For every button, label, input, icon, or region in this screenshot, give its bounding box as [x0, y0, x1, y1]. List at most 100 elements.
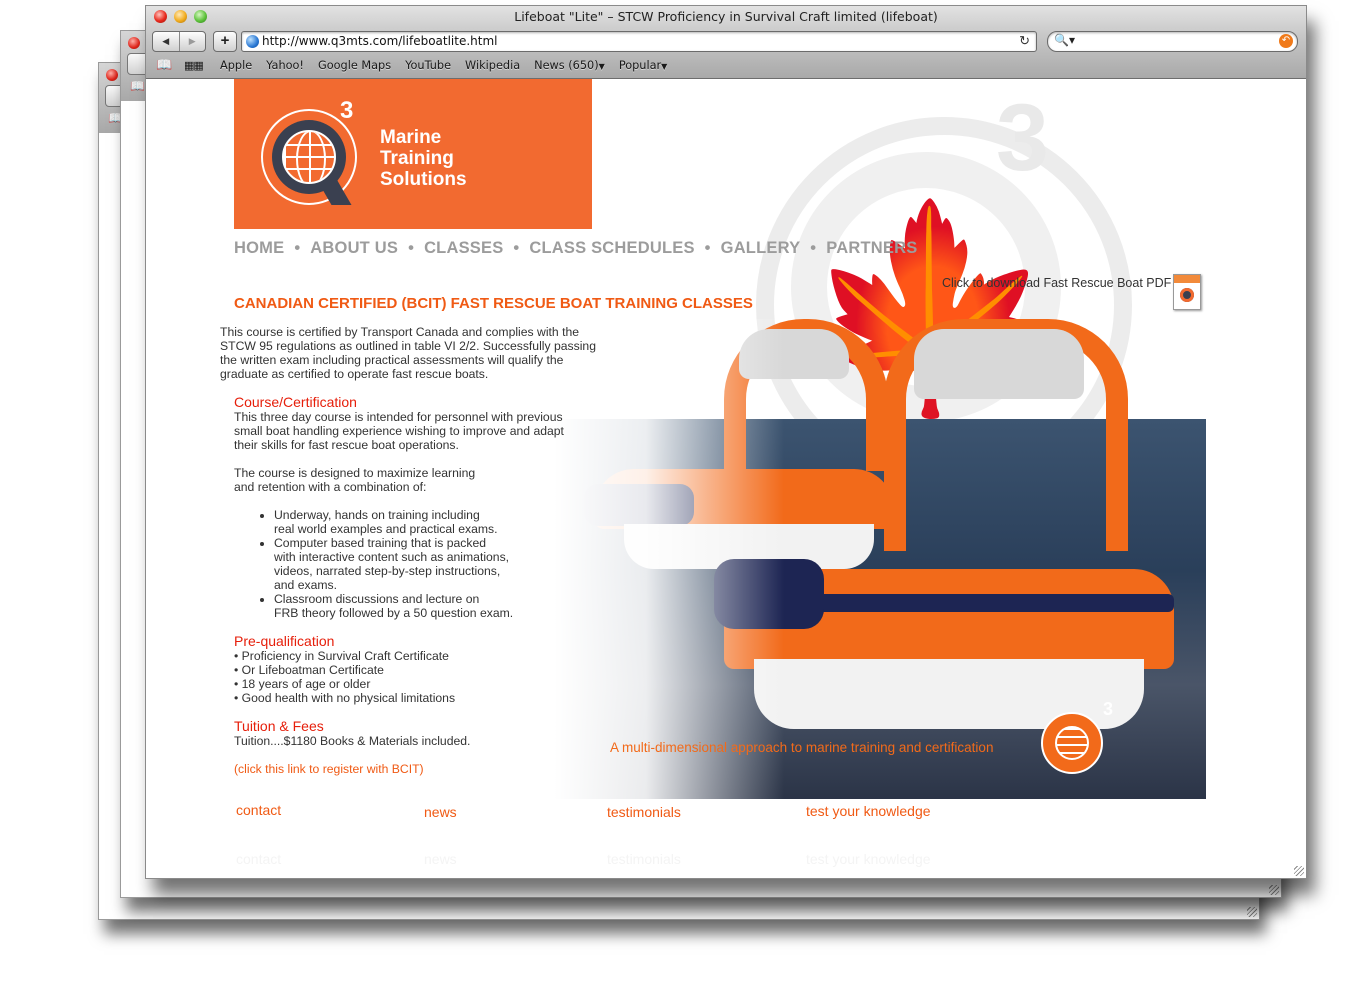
course-line: small boat handling experience wishing t… — [234, 424, 564, 438]
close-button[interactable] — [128, 37, 140, 49]
prequal-item: • Proficiency in Survival Craft Certific… — [234, 649, 449, 663]
bullet-item: Underway, hands on training including re… — [274, 508, 634, 536]
logo-line: Solutions — [380, 169, 467, 190]
bookmarks-bar: 📖 ▦▦ Apple Yahoo! Google Maps YouTube Wi… — [146, 56, 667, 74]
resize-grip-icon[interactable] — [1247, 907, 1257, 917]
pdf-file-icon[interactable] — [1173, 274, 1201, 310]
chevron-down-icon: ▼ — [661, 61, 668, 71]
globe-icon — [246, 35, 259, 48]
tuition-text: Tuition....$1180 Books & Materials inclu… — [234, 734, 471, 748]
logo-line: Marine — [380, 127, 442, 148]
bookmark-wikipedia[interactable]: Wikipedia — [465, 59, 520, 72]
hero-logo-icon — [1041, 712, 1103, 774]
intro-line: the written exam including practical ass… — [220, 353, 564, 367]
snapback-icon[interactable]: ↶ — [1279, 34, 1293, 48]
search-input[interactable]: 🔍▾ ↶ — [1047, 31, 1298, 52]
resize-grip-icon[interactable] — [1269, 885, 1279, 895]
footer-reflection: test your knowledge — [806, 851, 931, 867]
globe-icon — [282, 130, 336, 184]
hero-tagline: A multi-dimensional approach to marine t… — [610, 740, 994, 755]
bookmark-youtube[interactable]: YouTube — [405, 59, 451, 72]
nav-separator: • — [294, 239, 301, 257]
course-line: The course is designed to maximize learn… — [234, 466, 476, 480]
nav-home[interactable]: HOME — [234, 239, 284, 258]
title-bar: Lifeboat "Lite" – STCW Proficiency in Su… — [146, 6, 1306, 79]
web-page: 3 🍁 3 Marine Training Solutions HOME • A… — [146, 79, 1306, 878]
bullet-line: videos, narrated step-by-step instructio… — [274, 564, 501, 578]
search-icon[interactable]: 🔍▾ — [1054, 33, 1075, 47]
nav-separator: • — [704, 239, 711, 257]
footer-news[interactable]: news — [424, 804, 457, 820]
forward-button[interactable]: ▶ — [178, 32, 206, 51]
bullet-line: Underway, hands on training including — [274, 508, 480, 522]
footer-reflection: testimonials — [607, 851, 681, 867]
prequal-item: • Or Lifeboatman Certificate — [234, 663, 384, 677]
bookmark-news-label: News (650) — [534, 58, 599, 72]
page-title: CANADIAN CERTIFIED (BCIT) FAST RESCUE BO… — [234, 295, 753, 312]
hero-logo-superscript: 3 — [1103, 699, 1114, 719]
logo-text: Marine Training Solutions — [380, 127, 467, 190]
bullet-item: Computer based training that is packed w… — [274, 536, 634, 592]
nav-classes[interactable]: CLASSES — [424, 239, 503, 258]
main-content: CANADIAN CERTIFIED (BCIT) FAST RESCUE BO… — [220, 295, 753, 776]
main-nav: HOME • ABOUT US • CLASSES • CLASS SCHEDU… — [234, 239, 917, 258]
window-title: Lifeboat "Lite" – STCW Proficiency in Su… — [514, 9, 938, 24]
register-link[interactable]: (click this link to register with BCIT) — [234, 762, 634, 776]
nav-separator: • — [408, 239, 415, 257]
bookmark-google-maps[interactable]: Google Maps — [318, 59, 391, 72]
resize-grip-icon[interactable] — [1294, 866, 1304, 876]
footer-reflection: contact — [236, 851, 282, 867]
bookmark-popular-folder[interactable]: Popular▼ — [619, 59, 668, 72]
url-text[interactable]: http://www.q3mts.com/lifeboatlite.html — [262, 34, 498, 48]
logo-superscript: 3 — [340, 97, 354, 124]
course-heading: Course/Certification — [234, 394, 357, 410]
nav-gallery[interactable]: GALLERY — [721, 239, 801, 258]
top-sites-grid-icon[interactable]: ▦▦ — [184, 59, 206, 72]
nav-class-schedules[interactable]: CLASS SCHEDULES — [529, 239, 694, 258]
nav-about-us[interactable]: ABOUT US — [310, 239, 398, 258]
bookmark-yahoo[interactable]: Yahoo! — [266, 59, 304, 72]
site-logo[interactable]: 3 Marine Training Solutions — [234, 79, 592, 229]
bookmarks-icon[interactable]: 📖 — [130, 79, 145, 93]
history-nav: ◀ ▶ — [152, 31, 206, 52]
nav-separator: • — [513, 239, 520, 257]
prequal-item: • 18 years of age or older — [234, 677, 371, 691]
course-line: This three day course is intended for pe… — [234, 410, 563, 424]
logo-line: Training — [380, 148, 454, 169]
course-bullets: Underway, hands on training including re… — [234, 508, 634, 620]
nav-separator: • — [810, 239, 817, 257]
bookmark-apple[interactable]: Apple — [220, 59, 252, 72]
reload-icon[interactable]: ↻ — [1019, 33, 1030, 49]
hero-photo: A multi-dimensional approach to marine t… — [554, 319, 1206, 799]
bullet-line: and exams. — [274, 578, 338, 592]
back-button[interactable]: ◀ — [153, 32, 179, 51]
close-button[interactable] — [106, 69, 118, 81]
footer-reflection: news — [424, 851, 457, 867]
bullet-line: Computer based training that is packed — [274, 536, 487, 550]
prequal-item: • Good health with no physical limitatio… — [234, 691, 456, 705]
watermark-superscript: 3 — [996, 85, 1049, 191]
footer-testimonials[interactable]: testimonials — [607, 804, 681, 820]
bookmarks-book-icon[interactable]: 📖 — [156, 58, 176, 73]
bullet-item: Classroom discussions and lecture on FRB… — [274, 592, 634, 620]
tuition-heading: Tuition & Fees — [234, 718, 324, 734]
bullet-line: real world examples and practical exams. — [274, 522, 498, 536]
browser-window: Lifeboat "Lite" – STCW Proficiency in Su… — [145, 5, 1307, 879]
bookmark-news-folder[interactable]: News (650)▼ — [534, 59, 605, 72]
bullet-line: with interactive content such as animati… — [274, 550, 510, 564]
bookmark-popular-label: Popular — [618, 58, 662, 72]
nav-partners[interactable]: PARTNERS — [826, 239, 917, 258]
prequal-heading: Pre-qualification — [234, 633, 335, 649]
address-bar[interactable]: http://www.q3mts.com/lifeboatlite.html ↻ — [241, 31, 1037, 52]
course-line: and retention with a combination of: — [234, 480, 427, 494]
footer-test-your-knowledge[interactable]: test your knowledge — [806, 803, 931, 819]
intro-line: graduate as certified to operate fast re… — [220, 367, 489, 381]
intro-line: This course is certified by Transport Ca… — [220, 325, 580, 339]
chevron-down-icon: ▼ — [598, 61, 605, 71]
pdf-download-link[interactable]: Click to download Fast Rescue Boat PDF — [942, 276, 1171, 290]
bullet-line: Classroom discussions and lecture on — [274, 592, 480, 606]
footer-contact[interactable]: contact — [236, 802, 281, 818]
add-bookmark-button[interactable]: + — [213, 31, 237, 52]
course-line: their skills for fast rescue boat operat… — [234, 438, 459, 452]
intro-line: STCW 95 regulations as outlined in table… — [220, 339, 596, 353]
